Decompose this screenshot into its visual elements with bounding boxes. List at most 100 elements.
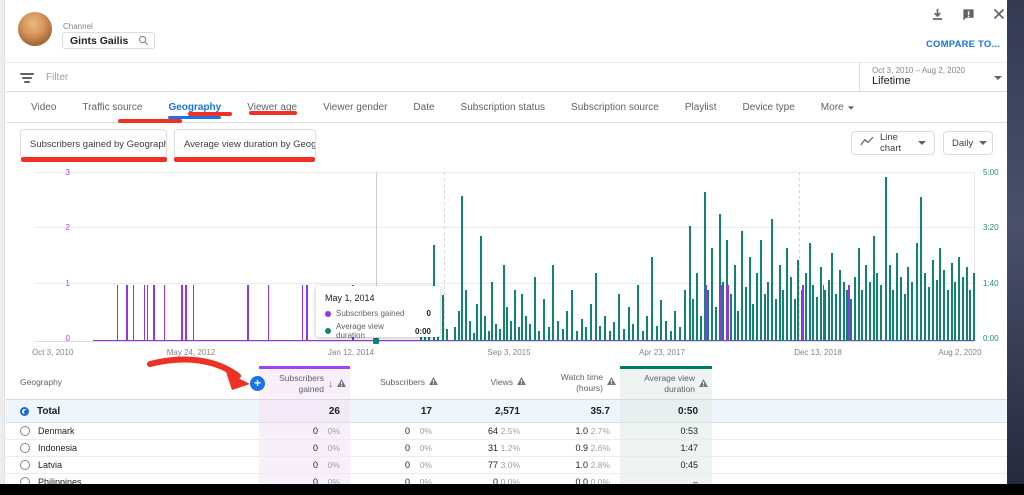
granularity-select[interactable]: Daily [943,131,993,155]
tab-subscription-source[interactable]: Subscription source [571,93,659,122]
warning-icon [699,378,708,390]
filter-input[interactable]: Filter [46,72,68,83]
cell-value: 26 [328,405,340,417]
filter-icon [20,73,34,83]
metric-picker-label: Subscribers gained by Geography [30,138,167,150]
annotation-viewer-gender-underline [249,111,297,115]
warning-icon [607,377,616,388]
annotation-geography-underline [118,119,182,123]
row-label: Latvia [38,460,63,470]
right-axis-tick: 1:40 [983,279,999,288]
chevron-down-icon [847,105,854,110]
channel-search-box[interactable]: Gints Gailis [62,32,155,49]
table-row-latvia[interactable]: Latvia 0 0% 0 0% 77 3.0% 1.0 2.8% 0:45 [6,457,1007,474]
radio-icon[interactable] [20,460,30,470]
column-header-subscribers-gained[interactable]: Subscribers gained ↓ [259,366,350,400]
divider [859,63,860,92]
x-axis-line [35,341,974,342]
row-label: Indonesia [38,443,78,453]
dotted-gridline [444,172,445,341]
metric-picker-avg-view-duration[interactable]: Average view duration by Geography [174,129,316,159]
table-row-indonesia[interactable]: Indonesia 0 0% 0 0% 31 1.2% 0.9 2.6% 1:47 [6,440,1007,457]
tooltip-label: Average view duration [336,322,384,340]
date-range-text: Oct 3, 2010 – Aug 2, 2020 [872,66,965,75]
tooltip-value: 0:00 [414,326,431,336]
row-label: Denmark [38,426,75,436]
table-row-total[interactable]: Total 26 17 2,571 35.7 0:50 [6,400,1007,423]
filter-bar: Filter Oct 3, 2010 – Aug 2, 2020 Lifetim… [6,62,1007,92]
line-chart-icon [860,136,874,150]
x-axis-tick: Aug 2, 2020 [938,348,982,357]
radio-icon[interactable] [20,426,30,436]
x-axis-tick: Jan 12, 2014 [327,348,375,357]
tab-playlist[interactable]: Playlist [685,93,717,122]
chart-tooltip: May 1, 2014 Subscribers gained 0 Average… [316,286,440,340]
metric-picker-subscribers-gained[interactable]: Subscribers gained by Geography [20,129,167,159]
tab-viewer-age[interactable]: Viewer age [247,93,297,122]
tooltip-row: Subscribers gained 0 [325,309,431,318]
compare-to-link[interactable]: COMPARE TO... [885,39,1000,50]
cell-value: 35.7 [590,405,610,417]
channel-avatar[interactable] [18,12,52,46]
x-axis-tick: Oct 3, 2010 [32,348,74,357]
cell-value: 2,571 [494,405,520,417]
tab-more[interactable]: More [821,93,855,122]
annotation-metric2-underline [174,157,315,162]
tab-device-type[interactable]: Device type [743,93,795,122]
chart-plot[interactable] [35,172,976,344]
x-axis-tick: Apr 23, 2017 [639,348,685,357]
tab-geography[interactable]: Geography [168,93,222,122]
tab-subscription-status[interactable]: Subscription status [461,93,546,122]
cell-value: 0:50 [677,405,698,417]
chart-type-label: Line chart [880,132,902,154]
column-header-subscribers[interactable]: Subscribers [350,366,442,400]
radio-selected-icon[interactable] [20,406,29,416]
right-axis-tick: 3:20 [983,223,999,232]
tooltip-value: 0 [426,309,431,318]
chevron-down-icon[interactable] [994,76,1002,80]
analytics-chart: 3 2 1 0 5:00 3:20 1:40 0:00 Oct 3, 2010 … [0,165,1007,360]
tooltip-row: Average view duration 0:00 [325,322,431,340]
annotation-arrow-icon [147,356,250,390]
series-dot-icon [325,328,331,334]
chart-type-select[interactable]: Line chart [851,131,935,155]
tab-video[interactable]: Video [31,93,56,122]
close-icon[interactable] [992,7,1006,21]
search-icon [136,34,150,48]
tooltip-label: Subscribers gained [336,309,405,318]
series-dot-icon [325,310,331,317]
download-icon[interactable] [930,7,944,21]
right-axis-tick: 0:00 [983,334,999,343]
annotation-viewer-age-underline [188,112,232,116]
radio-icon[interactable] [20,443,30,453]
table-row-denmark[interactable]: Denmark 0 0% 0 0% 64 2.5% 1.0 2.7% 0:53 [6,423,1007,440]
granularity-label: Daily [952,137,974,149]
youtube-analytics-window: Channel Gints Gailis COMPARE TO... Filte… [0,0,1024,495]
annotation-metric1-underline [21,157,167,162]
cell-value: 17 [420,405,432,417]
window-bottom-edge [0,484,1024,495]
warning-icon [429,377,438,388]
sort-desc-icon: ↓ [328,378,333,390]
x-axis-tick: Sep 3, 2015 [487,348,531,357]
right-axis-tick: 5:00 [983,168,999,177]
column-header-views[interactable]: Views [442,366,530,400]
feedback-icon[interactable] [961,7,975,21]
tab-viewer-gender[interactable]: Viewer gender [323,93,387,122]
tooltip-date: May 1, 2014 [325,293,375,303]
row-label: Total [37,405,61,417]
chevron-down-icon [918,141,926,145]
channel-name: Gints Gailis [70,34,129,47]
column-header-avg-view-duration[interactable]: Average view duration [620,366,712,400]
desktop-background-edge [1007,0,1024,495]
metric-picker-label: Average view duration by Geography [184,138,316,150]
date-preset-select[interactable]: Lifetime [872,75,911,87]
channel-label: Channel [63,22,93,31]
tab-date[interactable]: Date [413,93,434,122]
header-filler [712,366,1007,400]
warning-icon [517,377,526,388]
x-axis-tick: Dec 13, 2018 [794,348,842,357]
chevron-down-icon [979,141,988,145]
column-header-watch-time[interactable]: Watch time (hours) [530,366,620,400]
tab-traffic-source[interactable]: Traffic source [82,93,142,122]
